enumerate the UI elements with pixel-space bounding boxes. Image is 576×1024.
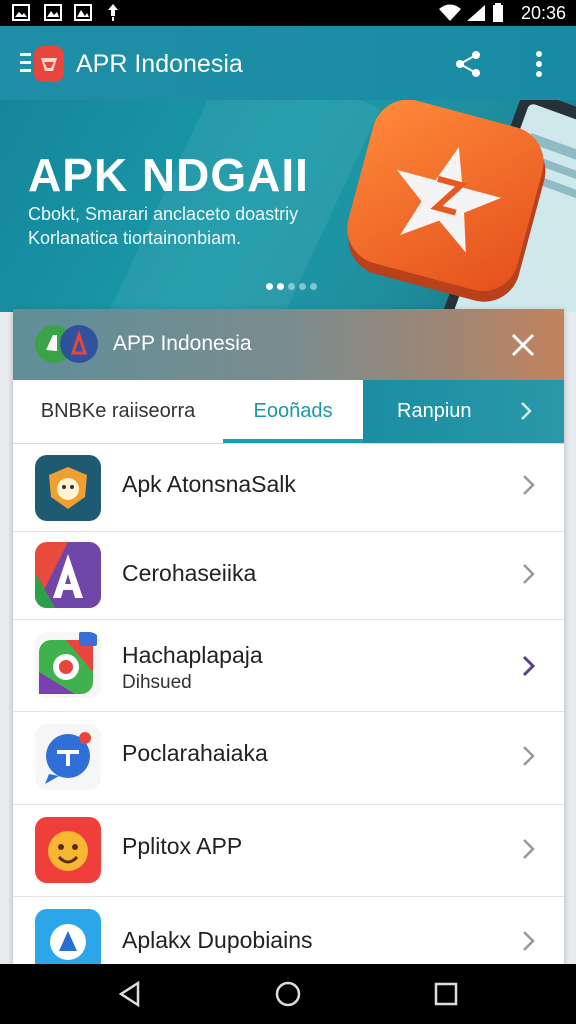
home-icon[interactable] [274,980,302,1008]
carousel-dot[interactable] [277,283,284,290]
chevron-right-icon[interactable] [521,929,537,953]
item-name: Pplitox APP [122,833,243,859]
back-icon[interactable] [116,980,144,1008]
promo-banner[interactable]: APK NDGAII Cbokt, Smarari anclaceto doas… [0,100,576,312]
chevron-right-icon[interactable] [521,654,537,678]
camera-lens-icon [35,632,101,698]
carousel-dot[interactable] [288,283,295,290]
dialog-tabs: BNBKe raiiseorra Eooñads Ranpiun [13,380,564,444]
carousel-dot[interactable] [266,283,273,290]
tab-first[interactable]: BNBKe raiiseorra [13,380,223,443]
item-name: Aplakx Dupobiains [122,927,313,953]
dialog-logo-icon [35,325,98,363]
list-item[interactable]: Hachaplapaja Dihsued [13,620,564,712]
tab-label: Eooñads [253,400,333,422]
tab-second-active[interactable]: Eooñads [223,380,363,443]
photo-icon [74,4,92,21]
recents-icon[interactable] [432,980,460,1008]
carousel-indicator[interactable] [266,277,321,290]
app-dialog: APP Indonesia BNBKe raiiseorra Eooñads R… [13,309,564,964]
gallery-icon [12,4,30,21]
dialog-header: APP Indonesia [13,309,564,380]
wifi-icon [439,4,461,21]
chat-bubble-icon [35,724,101,790]
more-options-icon[interactable] [526,48,552,80]
app-title: APR Indonesia [76,50,243,78]
item-subtitle: Dihsued [122,672,192,693]
status-bar: 20:36 [0,0,576,26]
share-icon[interactable] [452,48,484,80]
image-icon [44,4,62,21]
close-icon[interactable] [505,327,541,363]
item-name: Poclarahaiaka [122,740,268,766]
battery-icon [493,3,503,22]
shield-logo-icon [35,909,101,964]
status-time: 20:36 [520,3,566,23]
app-bar: APR Indonesia [0,26,576,100]
tab-indicator [223,439,363,443]
store-star-icon [347,100,546,302]
shield-face-icon [35,455,101,521]
tab-label: Ranpiun [397,400,472,422]
tab-third[interactable]: Ranpiun [363,380,564,443]
banner-subtitle-1: Cbokt, Smarari anclaceto doastriy [28,204,299,224]
signal-icon [467,5,485,21]
list-item[interactable]: Apk AtonsnaSalk [13,445,564,532]
chevron-right-icon[interactable] [521,837,537,861]
banner-title: APK NDGAII [28,149,309,201]
item-name: Hachaplapaja [122,642,263,668]
carousel-dot[interactable] [310,283,317,290]
tab-label: BNBKe raiiseorra [40,400,196,422]
chevron-right-icon[interactable] [521,473,537,497]
dialog-title: APP Indonesia [113,332,252,355]
chevron-right-icon[interactable] [521,744,537,768]
carousel-dot[interactable] [299,283,306,290]
chevron-right-icon[interactable] [521,562,537,586]
system-nav-bar [0,964,576,1024]
list-item[interactable]: Aplakx Dupobiains [13,897,564,964]
notification-icon [108,4,118,21]
smiley-face-icon [35,817,101,883]
list-item[interactable]: Pplitox APP [13,805,564,897]
item-name: Apk AtonsnaSalk [122,471,296,497]
banner-subtitle-2: Korlanatica tiortainonbiam. [28,228,242,248]
list-item[interactable]: Cerohaseiika [13,532,564,620]
item-name: Cerohaseiika [122,560,257,586]
app-logo-icon [20,46,64,82]
letter-a-icon [35,542,101,608]
chevron-right-icon[interactable] [519,400,533,422]
list-item[interactable]: Poclarahaiaka [13,712,564,805]
